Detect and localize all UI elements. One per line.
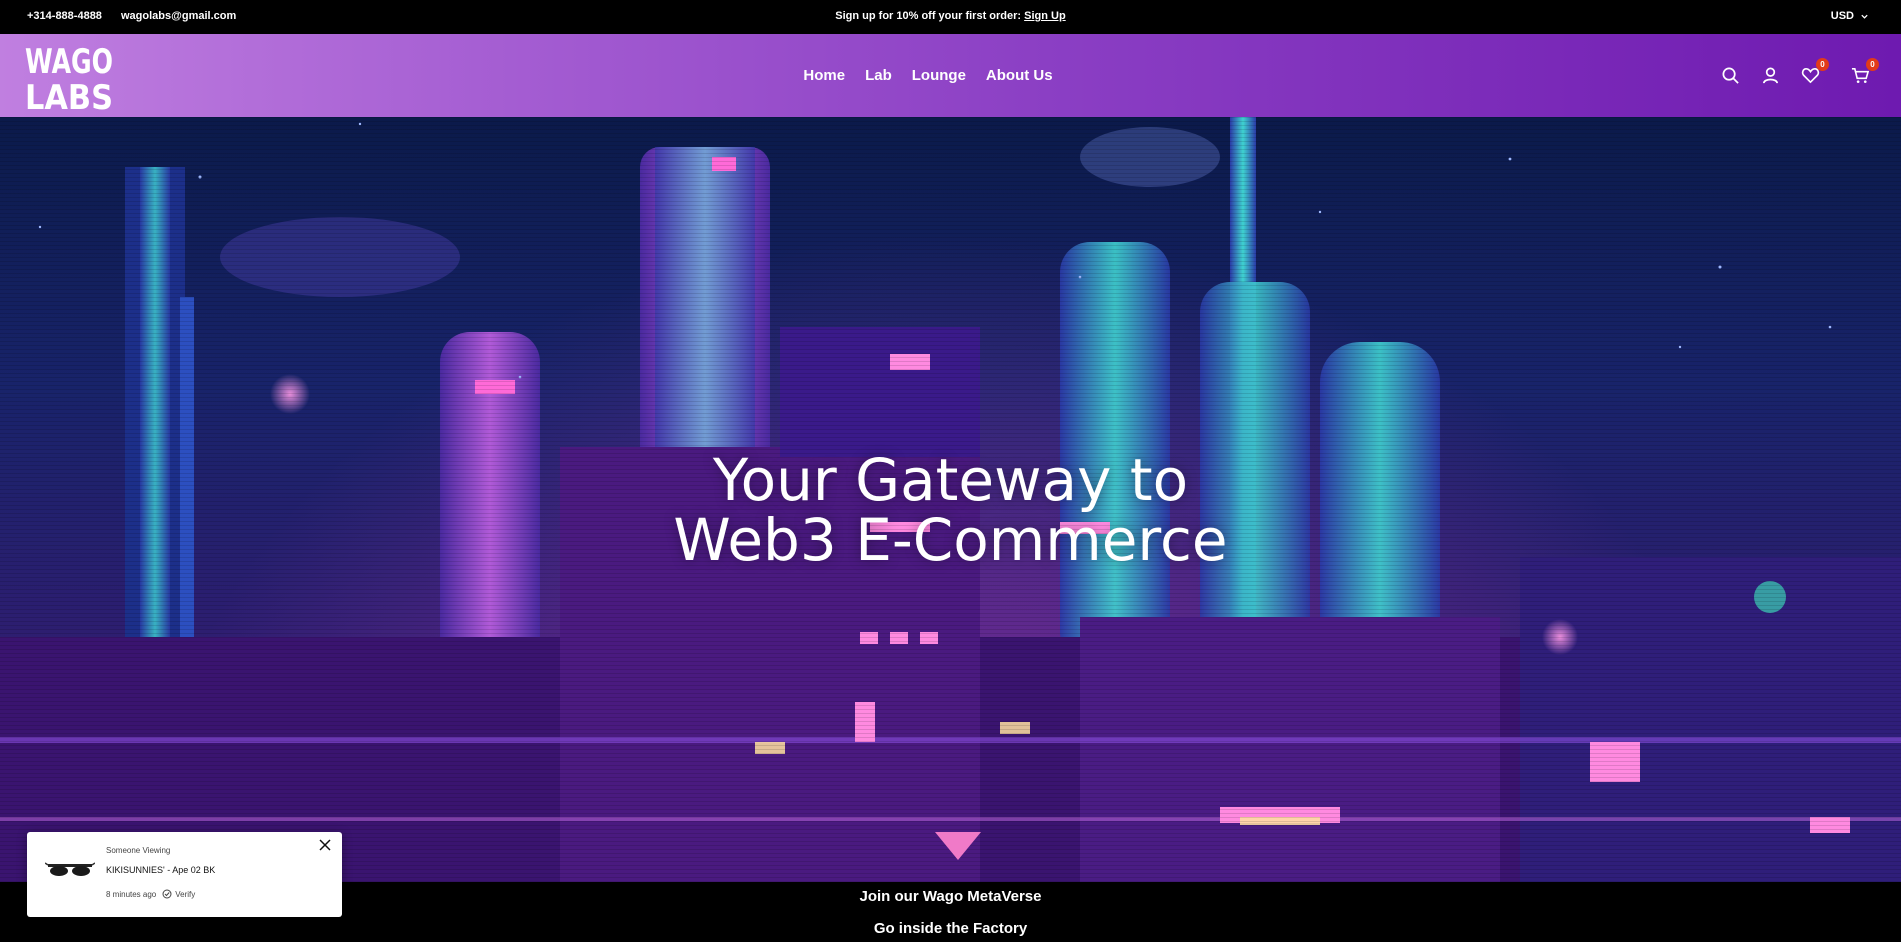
nav-about-us[interactable]: About Us [986,67,1053,84]
hero-title-line1: Your Gateway to [712,446,1189,514]
announcement-bar: +314-888-4888 wagolabs@gmail.com Sign up… [0,0,1901,34]
currency-selector[interactable]: USD [1831,10,1869,22]
nav-home[interactable]: Home [803,67,845,84]
popup-product-name[interactable]: KIKISUNNIES' - Ape 02 BK [106,865,215,875]
verified-check-icon [162,889,172,899]
chevron-down-icon [1861,14,1868,19]
wishlist-button[interactable]: 0 [1799,57,1829,87]
cart-icon [1851,68,1869,84]
sign-up-link[interactable]: Sign Up [1024,10,1066,22]
nav-lab[interactable]: Lab [865,67,892,84]
popup-label: Someone Viewing [106,846,171,855]
main-nav: Home Lab Lounge About Us [0,34,1901,117]
popup-meta: 8 minutes ago Verify [106,889,195,899]
hero-title-line2: Web3 E-Commerce [673,506,1228,574]
hero-title: Your Gateway to Web3 E-Commerce [0,450,1901,570]
close-icon[interactable] [318,838,332,852]
wishlist-count-badge: 0 [1816,57,1829,71]
go-inside-factory-text[interactable]: Go inside the Factory [0,920,1901,937]
sunglasses-product-thumbnail [45,862,95,876]
heart-icon [1801,68,1819,84]
promo-text: Sign up for 10% off your first order: [835,10,1022,22]
search-icon [1722,67,1739,84]
search-button[interactable] [1719,65,1741,87]
someone-viewing-popup[interactable]: Someone Viewing KIKISUNNIES' - Ape 02 BK… [27,832,342,917]
user-icon [1762,67,1778,84]
site-header: WAGO LABS Home Lab Lounge About Us 0 0 [0,34,1901,117]
promo-message: Sign up for 10% off your first order: Si… [0,10,1901,22]
currency-label: USD [1830,10,1854,22]
account-button[interactable] [1759,65,1781,87]
nav-lounge[interactable]: Lounge [912,67,966,84]
popup-time: 8 minutes ago [106,889,157,899]
cart-count-badge: 0 [1866,57,1879,71]
hero-section: Your Gateway to Web3 E-Commerce [0,117,1901,882]
header-icons: 0 0 [1719,34,1879,117]
popup-verify: Verify [175,889,196,899]
cart-button[interactable]: 0 [1849,57,1879,87]
scroll-down-arrow-icon[interactable] [935,832,981,860]
